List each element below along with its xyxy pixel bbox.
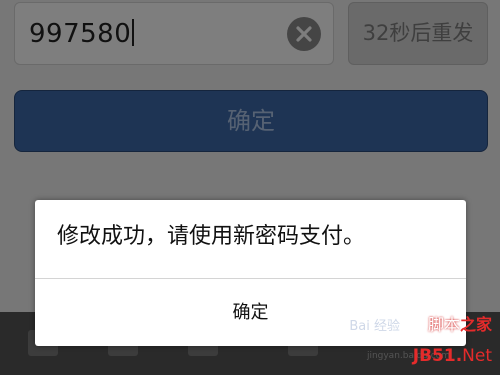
screen: 997580 32秒后重发 确定 修改成功，请使用新密码支付。 确定 Bai 经… — [0, 0, 500, 375]
baidu-watermark: Bai 经验 — [349, 319, 400, 334]
text-caret — [132, 19, 134, 46]
clear-input-icon[interactable] — [287, 17, 321, 51]
confirm-button[interactable]: 确定 — [14, 90, 488, 152]
verification-code-input[interactable]: 997580 — [14, 2, 334, 65]
jb51-watermark-title: 脚本之家 — [427, 315, 492, 334]
verification-code-value: 997580 — [29, 19, 134, 49]
watermark: Bai 经验 脚本之家 jingyan.baidu.com JB51.Net — [342, 311, 492, 371]
dialog-message: 修改成功，请使用新密码支付。 — [57, 224, 366, 249]
jb51-watermark-logo: JB51.Net — [412, 346, 492, 366]
resend-code-button[interactable]: 32秒后重发 — [348, 2, 488, 65]
